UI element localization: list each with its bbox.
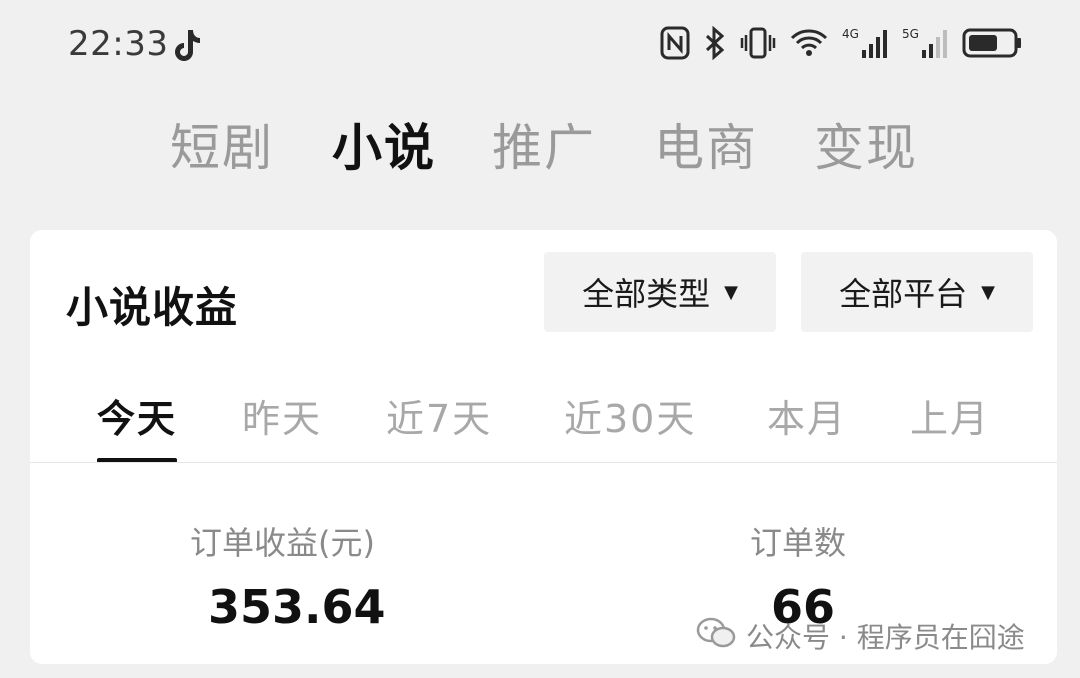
tab-novel[interactable]: 小说 xyxy=(332,108,436,180)
status-bar: 22:33 4G 5G xyxy=(0,0,1080,90)
watermark: 公众号 · 程序员在囧途 xyxy=(696,616,1025,656)
nfc-icon xyxy=(660,26,690,64)
status-time: 22:33 xyxy=(68,24,169,64)
divider xyxy=(30,462,1057,463)
type-filter-dropdown[interactable]: 全部类型 ▼ xyxy=(544,252,776,332)
vibrate-icon xyxy=(740,26,776,64)
wechat-icon xyxy=(696,617,736,656)
wifi-icon xyxy=(790,28,828,62)
tab-ecommerce[interactable]: 电商 xyxy=(654,108,758,180)
signal-5g-icon: 5G xyxy=(902,26,948,64)
type-filter-label: 全部类型 xyxy=(582,275,711,313)
period-tab-last-month[interactable]: 上月 xyxy=(910,388,990,443)
period-tab-last-7-days[interactable]: 近7天 xyxy=(386,388,492,443)
period-tab-yesterday[interactable]: 昨天 xyxy=(242,388,322,443)
bluetooth-icon xyxy=(704,25,726,64)
order-count-label: 订单数 xyxy=(750,524,847,562)
period-tab-last-30-days[interactable]: 近30天 xyxy=(564,388,696,443)
tiktok-icon xyxy=(172,28,200,66)
category-tabs: 短剧 小说 推广 电商 变现 xyxy=(0,108,1080,178)
signal-4g-icon: 4G xyxy=(842,26,888,64)
card-title: 小说收益 xyxy=(66,283,239,332)
caret-down-icon: ▼ xyxy=(724,281,738,303)
battery-icon xyxy=(962,27,1022,63)
order-revenue-value: 353.64 xyxy=(208,580,386,634)
watermark-text: 公众号 · 程序员在囧途 xyxy=(746,621,1025,654)
order-revenue-label: 订单收益(元) xyxy=(190,524,375,562)
novel-earnings-card: 小说收益 全部类型 ▼ 全部平台 ▼ 今天 昨天 近7天 近30天 本月 上月 … xyxy=(30,230,1057,664)
tab-promotion[interactable]: 推广 xyxy=(492,108,596,180)
signal-5g-label: 5G xyxy=(902,27,919,41)
period-tab-this-month[interactable]: 本月 xyxy=(767,388,847,443)
period-tabs: 今天 昨天 近7天 近30天 本月 上月 xyxy=(30,380,1057,463)
platform-filter-dropdown[interactable]: 全部平台 ▼ xyxy=(801,252,1033,332)
tab-monetization[interactable]: 变现 xyxy=(814,108,918,180)
platform-filter-label: 全部平台 xyxy=(839,275,968,313)
status-icons: 4G 5G xyxy=(660,25,1022,64)
tab-short-drama[interactable]: 短剧 xyxy=(170,108,274,180)
period-tab-today[interactable]: 今天 xyxy=(97,388,177,443)
signal-4g-label: 4G xyxy=(842,27,859,41)
caret-down-icon: ▼ xyxy=(981,281,995,303)
